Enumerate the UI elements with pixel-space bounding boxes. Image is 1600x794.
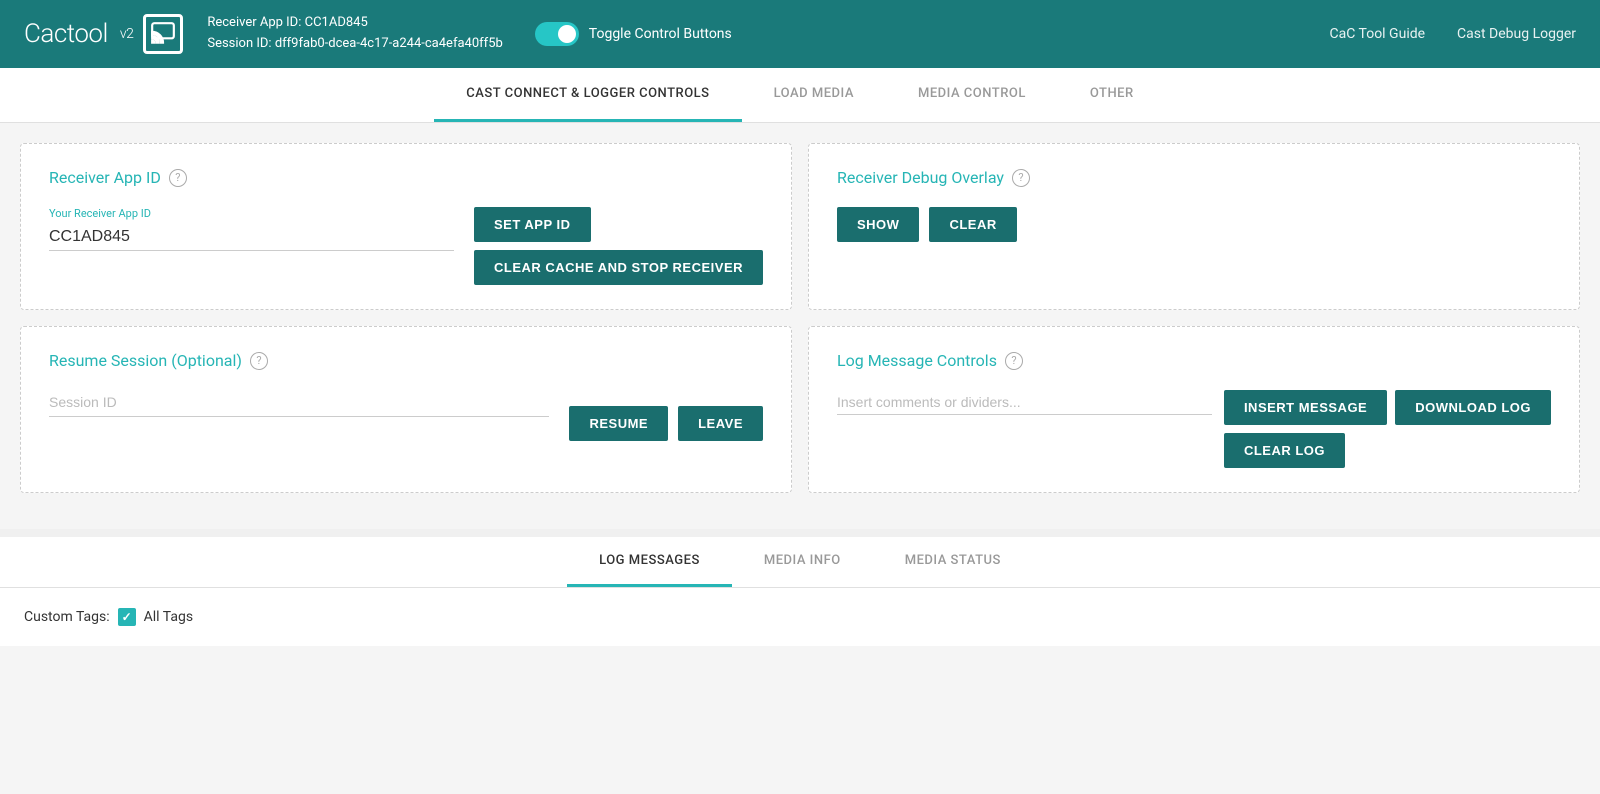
log-message-title: Log Message Controls ?	[837, 351, 1551, 370]
resume-session-input-area	[49, 390, 549, 441]
receiver-app-id-card: Receiver App ID ? Your Receiver App ID S…	[20, 143, 792, 310]
nav-guide-link[interactable]: CaC Tool Guide	[1330, 26, 1426, 42]
all-tags-label: All Tags	[144, 609, 193, 625]
receiver-debug-card: Receiver Debug Overlay ? SHOW CLEAR	[808, 143, 1580, 310]
tab-load-media[interactable]: LOAD MEDIA	[742, 68, 886, 122]
custom-tags-row: Custom Tags: All Tags	[0, 588, 1600, 646]
receiver-debug-actions: SHOW CLEAR	[837, 207, 1551, 242]
tab-media-status[interactable]: MEDIA STATUS	[873, 537, 1033, 587]
resume-session-help-icon[interactable]: ?	[250, 352, 268, 370]
receiver-app-id-help-icon[interactable]: ?	[169, 169, 187, 187]
tab-log-messages[interactable]: LOG MESSAGES	[567, 537, 732, 587]
receiver-app-id-header: Receiver App ID: CC1AD845	[207, 13, 502, 34]
clear-log-button[interactable]: CLEAR LOG	[1224, 433, 1345, 468]
tab-media-info[interactable]: MEDIA INFO	[732, 537, 873, 587]
bottom-tabs: LOG MESSAGES MEDIA INFO MEDIA STATUS	[567, 537, 1033, 587]
top-tabs: CAST CONNECT & LOGGER CONTROLS LOAD MEDI…	[434, 68, 1165, 122]
insert-message-button[interactable]: INSERT MESSAGE	[1224, 390, 1387, 425]
cast-icon	[143, 14, 183, 54]
toggle-control-buttons[interactable]: Toggle Control Buttons	[535, 22, 732, 46]
logo-text: Cactool	[24, 19, 108, 49]
app-header: Cactool v2 Receiver App ID: CC1AD845 Ses…	[0, 0, 1600, 68]
debug-show-button[interactable]: SHOW	[837, 207, 919, 242]
toggle-switch[interactable]	[535, 22, 579, 46]
session-id-header: Session ID: dff9fab0-dcea-4c17-a244-ca4e…	[207, 34, 502, 55]
bottom-tabs-container: LOG MESSAGES MEDIA INFO MEDIA STATUS	[0, 537, 1600, 588]
app-logo: Cactool v2	[24, 14, 183, 54]
resume-button[interactable]: RESUME	[569, 406, 668, 441]
log-message-help-icon[interactable]: ?	[1005, 352, 1023, 370]
all-tags-checkbox[interactable]	[118, 608, 136, 626]
top-tabs-container: CAST CONNECT & LOGGER CONTROLS LOAD MEDI…	[0, 68, 1600, 123]
set-app-id-button[interactable]: SET APP ID	[474, 207, 591, 242]
toggle-label: Toggle Control Buttons	[589, 26, 732, 42]
log-message-input[interactable]	[837, 390, 1212, 415]
resume-session-title: Resume Session (Optional) ?	[49, 351, 763, 370]
receiver-app-id-input-area: Your Receiver App ID	[49, 207, 454, 285]
log-button-group: INSERT MESSAGE DOWNLOAD LOG CLEAR LOG	[1224, 390, 1551, 468]
receiver-debug-help-icon[interactable]: ?	[1012, 169, 1030, 187]
log-message-card: Log Message Controls ? INSERT MESSAGE DO…	[808, 326, 1580, 493]
resume-action-buttons: RESUME LEAVE	[569, 406, 763, 441]
main-content: Receiver App ID ? Your Receiver App ID S…	[0, 123, 1600, 529]
tab-media-control[interactable]: MEDIA CONTROL	[886, 68, 1058, 122]
receiver-app-id-content: Your Receiver App ID SET APP ID CLEAR CA…	[49, 207, 763, 285]
receiver-app-id-input-label: Your Receiver App ID	[49, 207, 454, 220]
receiver-debug-title: Receiver Debug Overlay ?	[837, 168, 1551, 187]
receiver-app-id-actions: SET APP ID CLEAR CACHE AND STOP RECEIVER	[474, 207, 763, 285]
section-divider	[0, 529, 1600, 537]
receiver-app-id-input[interactable]	[49, 224, 454, 251]
header-session-info: Receiver App ID: CC1AD845 Session ID: df…	[207, 13, 502, 55]
logo-version: v2	[120, 26, 134, 42]
leave-button[interactable]: LEAVE	[678, 406, 763, 441]
cards-grid: Receiver App ID ? Your Receiver App ID S…	[20, 143, 1580, 493]
log-top-buttons: INSERT MESSAGE DOWNLOAD LOG	[1224, 390, 1551, 425]
custom-tags-label: Custom Tags:	[24, 609, 110, 625]
session-id-input[interactable]	[49, 390, 549, 417]
resume-session-card: Resume Session (Optional) ? RESUME LEAVE	[20, 326, 792, 493]
tab-cast-connect[interactable]: CAST CONNECT & LOGGER CONTROLS	[434, 68, 741, 122]
log-controls: INSERT MESSAGE DOWNLOAD LOG CLEAR LOG	[837, 390, 1551, 468]
resume-session-actions: RESUME LEAVE	[569, 390, 763, 441]
receiver-app-id-title: Receiver App ID ?	[49, 168, 763, 187]
debug-clear-button[interactable]: CLEAR	[929, 207, 1016, 242]
download-log-button[interactable]: DOWNLOAD LOG	[1395, 390, 1551, 425]
resume-session-content: RESUME LEAVE	[49, 390, 763, 441]
clear-cache-button[interactable]: CLEAR CACHE AND STOP RECEIVER	[474, 250, 763, 285]
nav-logger-link[interactable]: Cast Debug Logger	[1457, 26, 1576, 42]
tab-other[interactable]: OTHER	[1058, 68, 1166, 122]
header-nav: CaC Tool Guide Cast Debug Logger	[1330, 26, 1577, 42]
log-bottom-buttons: CLEAR LOG	[1224, 433, 1551, 468]
